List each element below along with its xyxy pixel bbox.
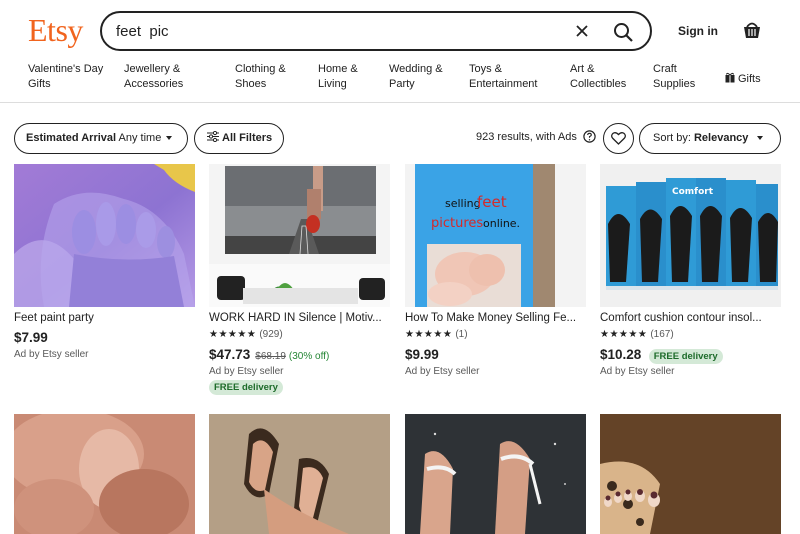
product-image[interactable] <box>209 414 390 534</box>
nav-item-gifts[interactable]: Gifts <box>725 72 761 87</box>
cover-text-selling: selling <box>445 197 481 210</box>
product-title[interactable]: Feet paint party <box>14 312 195 324</box>
product-image[interactable] <box>14 414 195 534</box>
category-nav: Valentine's Day Gifts Jewellery & Accessor… <box>0 62 800 102</box>
nav-item-craft-supplies[interactable]: Craft Supplies <box>653 62 695 92</box>
help-icon[interactable] <box>583 130 596 143</box>
cover-text-feet: feet <box>477 193 507 211</box>
product-image[interactable] <box>600 414 781 534</box>
favorite-search-button[interactable] <box>603 123 634 154</box>
filter-sliders-icon <box>207 130 219 143</box>
free-delivery-badge: FREE delivery <box>648 349 723 364</box>
cover-text-online: online. <box>483 217 520 230</box>
nav-item-valentines-day-gifts[interactable]: Valentine's Day Gifts <box>28 62 103 92</box>
original-price: $68.19 <box>255 351 286 362</box>
close-icon[interactable] <box>572 21 592 41</box>
review-count: (1) <box>455 329 468 340</box>
product-image[interactable] <box>209 164 390 307</box>
product-rating: ★★★★★ (929) <box>209 329 283 340</box>
results-count: 923 results, with Ads <box>476 131 577 143</box>
product-title[interactable]: How To Make Money Selling Fe... <box>405 312 586 324</box>
product-image[interactable] <box>14 164 195 307</box>
gift-icon <box>725 72 735 83</box>
product-image[interactable]: selling feet pictures online. <box>405 164 586 307</box>
search-bar[interactable] <box>100 11 652 51</box>
rating-stars: ★★★★★ <box>209 329 257 340</box>
product-title[interactable]: WORK HARD IN Silence | Motiv... <box>209 312 390 324</box>
free-delivery-badge: FREE delivery <box>209 380 283 395</box>
package-brand-text: Comfort <box>672 187 714 197</box>
price-row: $7.99 <box>14 329 48 347</box>
nav-item-toys-entertainment[interactable]: Toys & Entertainment <box>469 62 537 92</box>
product-price: $47.73 <box>209 347 251 362</box>
rating-stars: ★★★★★ <box>405 329 453 340</box>
nav-item-art-collectibles[interactable]: Art & Collectibles <box>570 62 626 92</box>
ad-seller-label: Ad by Etsy seller <box>405 366 480 377</box>
price-row: $10.28 FREE delivery <box>600 346 723 364</box>
price-row: $47.73 $68.19 (30% off) <box>209 346 329 364</box>
nav-item-wedding-party[interactable]: Wedding & Party <box>389 62 443 92</box>
estimated-arrival-filter[interactable]: Estimated Arrival Any time <box>14 123 188 154</box>
chevron-down-icon <box>757 136 764 140</box>
product-title[interactable]: Comfort cushion contour insol... <box>600 312 781 324</box>
ad-seller-label: Ad by Etsy seller <box>600 366 675 377</box>
nav-divider <box>0 102 800 103</box>
ad-seller-label: Ad by Etsy seller <box>209 366 284 377</box>
review-count: (929) <box>259 329 283 340</box>
product-rating: ★★★★★ (1) <box>405 329 468 340</box>
product-price: $9.99 <box>405 347 439 362</box>
etsy-logo[interactable]: Etsy <box>28 12 83 49</box>
price-row: $9.99 <box>405 346 439 364</box>
search-input[interactable] <box>116 21 536 41</box>
chevron-down-icon <box>166 136 173 140</box>
cover-text-pictures: pictures <box>431 216 483 231</box>
product-price: $7.99 <box>14 330 48 345</box>
product-rating: ★★★★★ (167) <box>600 329 674 340</box>
all-filters-button[interactable]: All Filters <box>194 123 284 154</box>
sign-in-link[interactable]: Sign in <box>678 24 718 38</box>
nav-item-jewellery-accessories[interactable]: Jewellery & Accessories <box>124 62 183 92</box>
product-image[interactable] <box>405 414 586 534</box>
rating-stars: ★★★★★ <box>600 329 648 340</box>
ad-seller-label: Ad by Etsy seller <box>14 349 89 360</box>
heart-icon <box>611 132 626 145</box>
search-icon[interactable] <box>612 21 634 43</box>
basket-icon[interactable] <box>741 19 763 41</box>
product-price: $10.28 <box>600 347 642 362</box>
header: Etsy Sign in <box>0 0 800 62</box>
nav-item-home-living[interactable]: Home & Living <box>318 62 358 92</box>
review-count: (167) <box>650 329 674 340</box>
product-image[interactable]: Comfort <box>600 164 781 307</box>
discount-label: (30% off) <box>288 351 330 362</box>
sort-dropdown[interactable]: Sort by: Relevancy <box>639 123 781 154</box>
free-delivery-row: FREE delivery <box>209 380 283 395</box>
nav-item-clothing-shoes[interactable]: Clothing & Shoes <box>235 62 286 92</box>
